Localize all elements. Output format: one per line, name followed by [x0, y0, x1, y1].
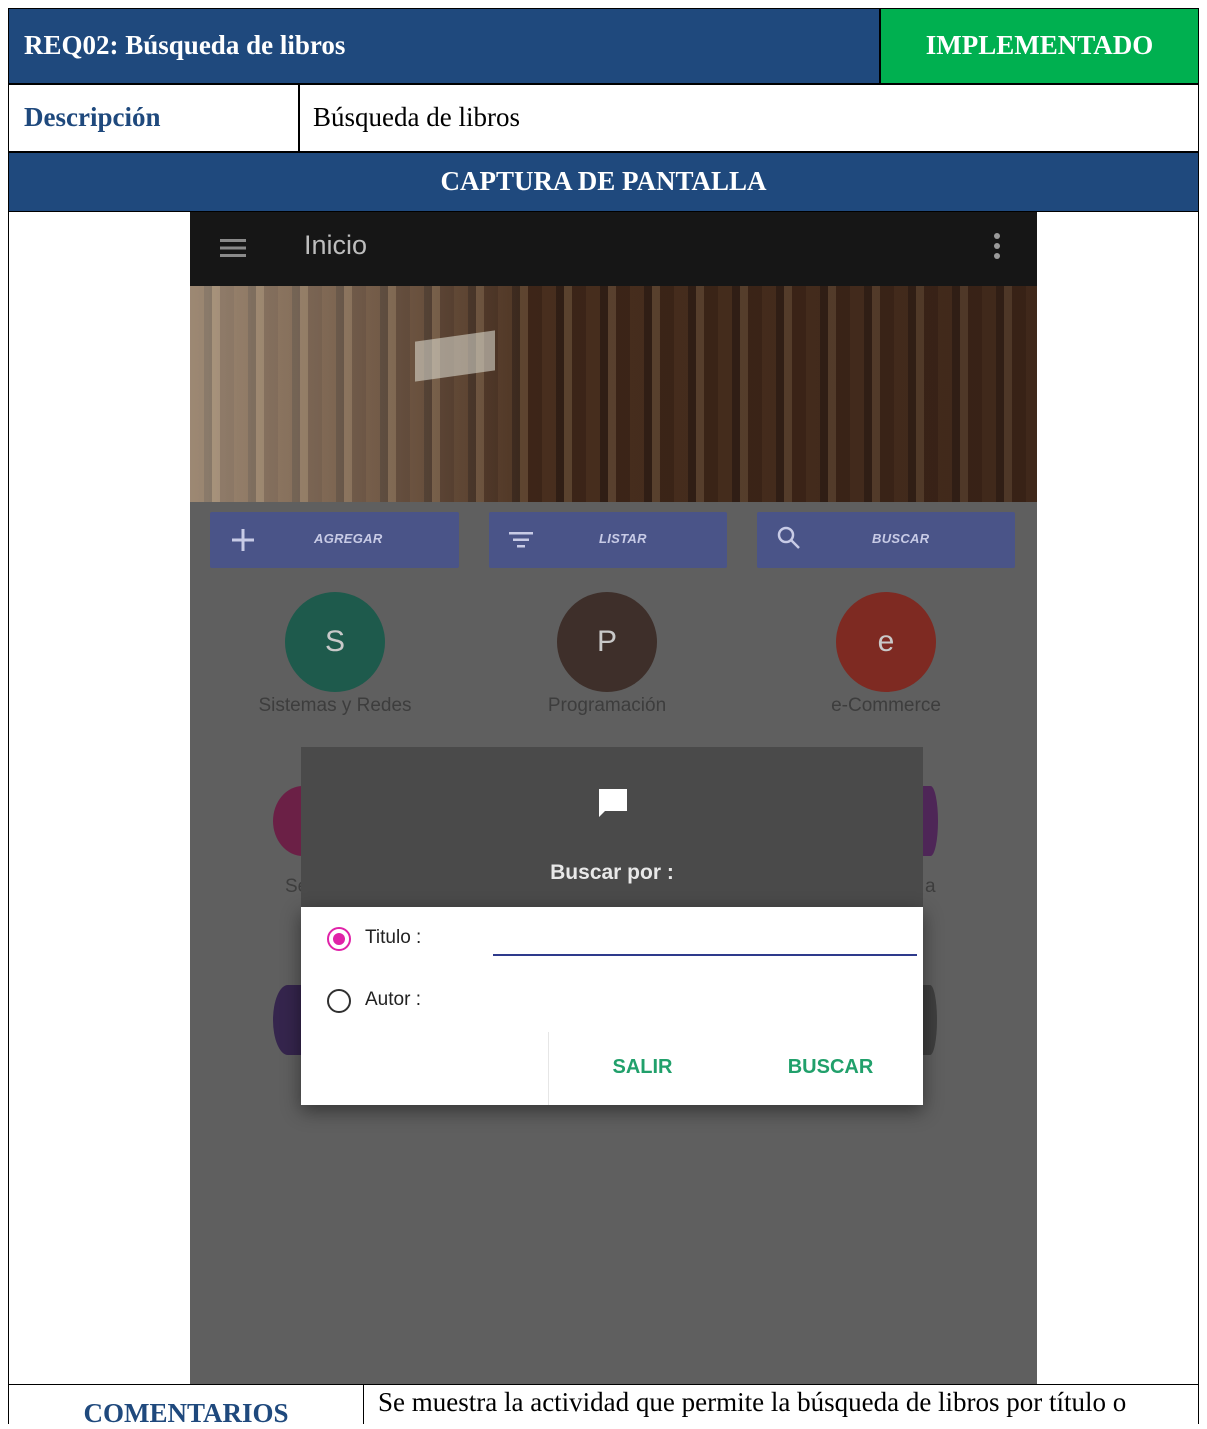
- app-title: Inicio: [304, 230, 368, 260]
- overflow-menu-icon[interactable]: [993, 232, 1001, 260]
- capture-label: CAPTURA DE PANTALLA: [440, 166, 767, 196]
- search-button-label: BUSCAR: [872, 531, 930, 546]
- comments-text: Se muestra la actividad que permite la b…: [378, 1387, 1127, 1424]
- add-button[interactable]: AGREGAR: [210, 512, 459, 568]
- author-option-label: Autor :: [365, 989, 421, 1010]
- message-icon: [597, 787, 629, 819]
- category-ecommerce-label: e-Commerce: [831, 695, 941, 716]
- description-label: Descripción: [24, 102, 161, 132]
- search-button[interactable]: BUSCAR: [757, 512, 1015, 568]
- author-radio[interactable]: [327, 989, 351, 1013]
- title-option-label: Titulo :: [365, 927, 422, 948]
- dialog-title: Buscar por :: [550, 861, 674, 884]
- category-ecommerce-avatar[interactable]: e: [836, 592, 936, 692]
- buscar-button[interactable]: BUSCAR: [778, 1056, 883, 1079]
- category-sistemas-label: Sistemas y Redes: [258, 695, 412, 716]
- comments-label: COMENTARIOS: [83, 1398, 289, 1428]
- add-button-label: AGREGAR: [314, 531, 383, 546]
- app-bar: Inicio: [190, 212, 1037, 286]
- title-option[interactable]: Titulo :: [327, 924, 467, 954]
- category-label-partial: a: [925, 876, 936, 897]
- category-programacion-label: Programación: [547, 695, 667, 716]
- library-banner-image: [190, 286, 1037, 502]
- description-value: Búsqueda de libros: [313, 102, 520, 132]
- author-option[interactable]: Autor :: [327, 986, 467, 1016]
- filter-list-icon: [509, 532, 533, 548]
- search-input[interactable]: [493, 924, 917, 956]
- status-label: IMPLEMENTADO: [925, 30, 1154, 60]
- hamburger-menu-icon[interactable]: [220, 238, 246, 258]
- category-avatar-partial: [923, 786, 938, 856]
- title-radio[interactable]: [327, 927, 351, 951]
- search-icon: [777, 526, 801, 550]
- phone-screen: Inicio AGREGAR LISTAR BUSCAR S Sistemas …: [190, 212, 1037, 1424]
- category-programacion-avatar[interactable]: P: [557, 592, 657, 692]
- requirement-title: REQ02: Búsqueda de libros: [24, 30, 346, 60]
- category-sistemas-avatar[interactable]: S: [285, 592, 385, 692]
- category-avatar-partial: [923, 985, 937, 1055]
- list-button-label: LISTAR: [599, 531, 647, 546]
- category-avatar-partial: [273, 985, 303, 1055]
- plus-icon: [232, 529, 254, 551]
- salir-button[interactable]: SALIR: [600, 1056, 685, 1079]
- list-button[interactable]: LISTAR: [489, 512, 727, 568]
- dialog-button-divider: [548, 1032, 549, 1105]
